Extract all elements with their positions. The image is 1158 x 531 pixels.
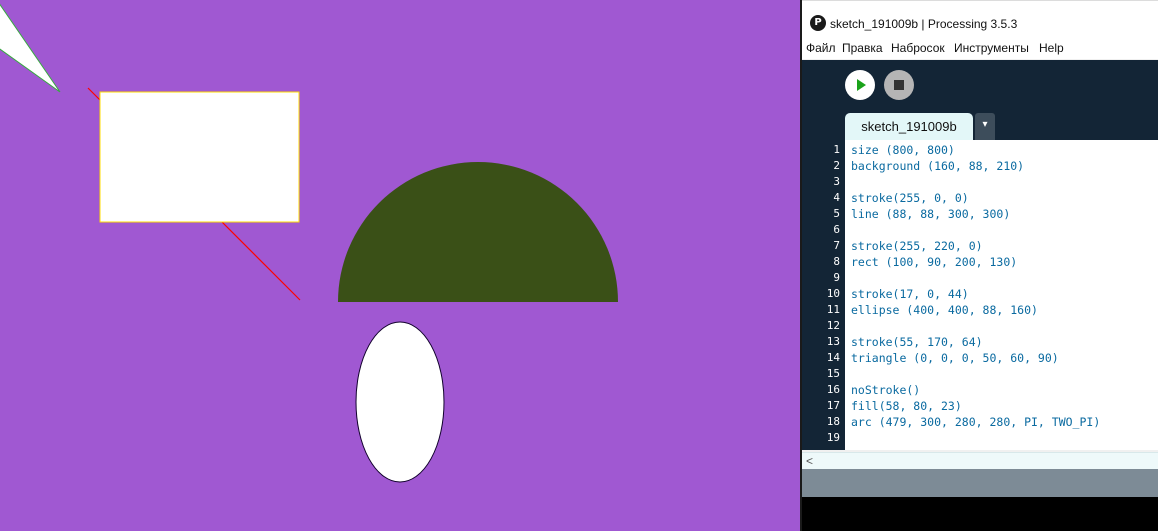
line-number: 14 <box>826 351 840 364</box>
line-number: 3 <box>833 175 840 188</box>
line-number: 17 <box>826 399 840 412</box>
title-bar[interactable]: P sketch_191009b | Processing 3.5.3 <box>802 0 1158 41</box>
code-line: background (160, 88, 210) <box>851 159 1025 173</box>
menu-edit[interactable]: Правка <box>842 41 883 55</box>
code-editor[interactable]: 1 2 3 4 5 6 7 8 9 10 11 12 13 14 15 16 1… <box>802 140 1158 450</box>
toolbar: sketch_191009b ▾ <box>802 60 1158 140</box>
stop-icon <box>894 80 904 90</box>
code-line: stroke(255, 220, 0) <box>851 239 983 253</box>
code-line: stroke(17, 0, 44) <box>851 287 969 301</box>
sketch-canvas <box>0 0 800 531</box>
line-number: 1 <box>833 143 840 156</box>
sketch-background <box>0 0 800 531</box>
menu-help[interactable]: Help <box>1039 41 1064 55</box>
line-number: 9 <box>833 271 840 284</box>
code-text-area[interactable]: size (800, 800) background (160, 88, 210… <box>845 140 1158 450</box>
code-line: noStroke() <box>851 383 921 397</box>
code-line: stroke(55, 170, 64) <box>851 335 983 349</box>
menu-bar: Файл Правка Набросок Инструменты Help <box>802 40 1158 59</box>
menu-sketch[interactable]: Набросок <box>891 41 945 55</box>
code-line: triangle (0, 0, 0, 50, 60, 90) <box>851 351 1059 365</box>
console-area <box>802 497 1158 531</box>
window-title: sketch_191009b | Processing 3.5.3 <box>830 17 1018 31</box>
tab-label: sketch_191009b <box>861 119 957 134</box>
line-number: 18 <box>826 415 840 428</box>
line-number: 5 <box>833 207 840 220</box>
sketch-ellipse <box>355 321 445 483</box>
code-line: ellipse (400, 400, 88, 160) <box>851 303 1038 317</box>
tab-sketch[interactable]: sketch_191009b <box>845 113 973 140</box>
line-number: 4 <box>833 191 840 204</box>
code-line: fill(58, 80, 23) <box>851 399 962 413</box>
sketch-rect <box>99 91 300 223</box>
processing-app-icon: P <box>810 15 826 31</box>
chevron-down-icon: ▾ <box>982 119 988 130</box>
code-line: arc (479, 300, 280, 280, PI, TWO_PI) <box>851 415 1101 429</box>
sketch-triangle <box>0 3 61 93</box>
sketch-arc <box>338 162 618 302</box>
line-number: 11 <box>826 303 840 316</box>
line-number-gutter: 1 2 3 4 5 6 7 8 9 10 11 12 13 14 15 16 1… <box>802 140 845 450</box>
horizontal-scrollbar[interactable]: < <box>802 452 1158 470</box>
line-number: 19 <box>826 431 840 444</box>
tab-menu-button[interactable]: ▾ <box>975 113 995 140</box>
line-number: 13 <box>826 335 840 348</box>
code-line: rect (100, 90, 200, 130) <box>851 255 1018 269</box>
app-icon-glyph: P <box>814 17 822 28</box>
status-bar <box>802 469 1158 497</box>
line-number: 7 <box>833 239 840 252</box>
menu-tools[interactable]: Инструменты <box>954 41 1029 55</box>
menu-file[interactable]: Файл <box>806 41 836 55</box>
line-number: 6 <box>833 223 840 236</box>
line-number: 16 <box>826 383 840 396</box>
sketch-line <box>87 87 301 301</box>
line-number: 8 <box>833 255 840 268</box>
line-number: 15 <box>826 367 840 380</box>
code-line: line (88, 88, 300, 300) <box>851 207 1011 221</box>
line-number: 12 <box>826 319 840 332</box>
play-icon <box>857 79 866 91</box>
scroll-left-arrow-icon[interactable]: < <box>806 454 813 468</box>
run-button[interactable] <box>845 70 875 100</box>
processing-ide-window: P sketch_191009b | Processing 3.5.3 Файл… <box>800 0 1158 531</box>
line-number: 2 <box>833 159 840 172</box>
code-line: size (800, 800) <box>851 143 955 157</box>
line-number: 10 <box>826 287 840 300</box>
code-line: stroke(255, 0, 0) <box>851 191 969 205</box>
stop-button[interactable] <box>884 70 914 100</box>
